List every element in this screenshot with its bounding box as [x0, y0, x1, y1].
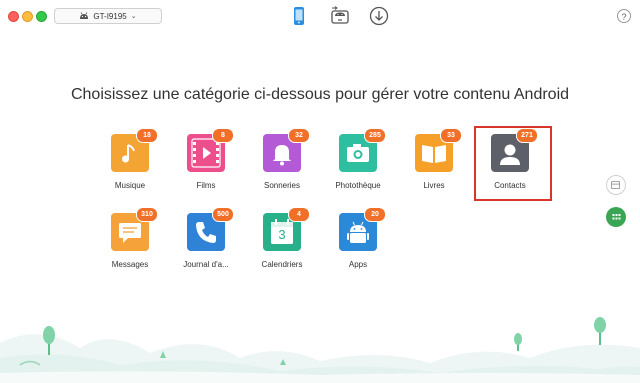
category-phototheque[interactable]: 285 Photothèque	[323, 128, 393, 190]
category-label: Apps	[348, 260, 368, 269]
category-label: Musique	[114, 181, 146, 190]
category-films[interactable]: 8 Films	[171, 128, 241, 190]
category-label: Journal d'a...	[183, 260, 229, 269]
count-badge: 33	[440, 128, 462, 143]
tree-icon	[594, 317, 606, 345]
chevron-down-icon: ⌄	[130, 13, 137, 20]
category-musique[interactable]: 18 Musique	[95, 128, 165, 190]
minimize-window-button[interactable]	[22, 11, 33, 22]
count-badge: 18	[136, 128, 158, 143]
category-journal-appels[interactable]: 500 Journal d'a...	[171, 207, 241, 269]
count-badge: 310	[136, 207, 158, 222]
android-icon	[80, 12, 89, 19]
calendar-icon: 3 4	[263, 207, 310, 251]
count-badge: 8	[212, 128, 234, 143]
count-badge: 500	[212, 207, 234, 222]
help-button[interactable]: ?	[617, 9, 631, 23]
download-icon[interactable]	[368, 5, 390, 27]
category-label: Sonneries	[263, 181, 301, 190]
page-title: Choisissez une catégorie ci-dessous pour…	[70, 86, 570, 103]
export-icon	[611, 180, 621, 190]
close-window-button[interactable]	[8, 11, 19, 22]
category-sonneries[interactable]: 32 Sonneries	[247, 128, 317, 190]
count-badge: 285	[364, 128, 386, 143]
category-label: Messages	[111, 260, 149, 269]
tree-icon	[514, 333, 522, 351]
export-button[interactable]	[606, 175, 626, 195]
android-app-icon: 20	[339, 207, 386, 251]
grid-view-button[interactable]	[606, 207, 626, 227]
device-selector[interactable]: GT-I9195 ⌄	[54, 8, 162, 24]
count-badge: 20	[364, 207, 386, 222]
landscape-illustration	[0, 317, 640, 383]
count-badge: 4	[288, 207, 310, 222]
phone-call-icon: 500	[187, 207, 234, 251]
category-label: Photothèque	[335, 181, 381, 190]
selection-highlight	[474, 126, 552, 201]
camera-icon: 285	[339, 128, 386, 172]
category-calendriers[interactable]: 3 4 Calendriers	[247, 207, 317, 269]
category-livres[interactable]: 33 Livres	[399, 128, 469, 190]
book-icon: 33	[415, 128, 462, 172]
film-icon: 8	[187, 128, 234, 172]
category-label: Films	[196, 181, 216, 190]
category-label: Livres	[423, 181, 445, 190]
calendar-day: 3	[278, 227, 286, 242]
zoom-window-button[interactable]	[36, 11, 47, 22]
category-apps[interactable]: 20 Apps	[323, 207, 393, 269]
android-transfer-icon[interactable]	[329, 5, 351, 27]
title-bar: GT-I9195 ⌄ ?	[0, 0, 640, 34]
music-icon: 18	[111, 128, 158, 172]
grid-icon	[612, 214, 621, 220]
bell-icon: 32	[263, 128, 310, 172]
phone-icon[interactable]	[288, 5, 310, 27]
category-messages[interactable]: 310 Messages	[95, 207, 165, 269]
device-name: GT-I9195	[93, 11, 127, 21]
message-icon: 310	[111, 207, 158, 251]
category-label: Calendriers	[261, 260, 303, 269]
count-badge: 32	[288, 128, 310, 143]
